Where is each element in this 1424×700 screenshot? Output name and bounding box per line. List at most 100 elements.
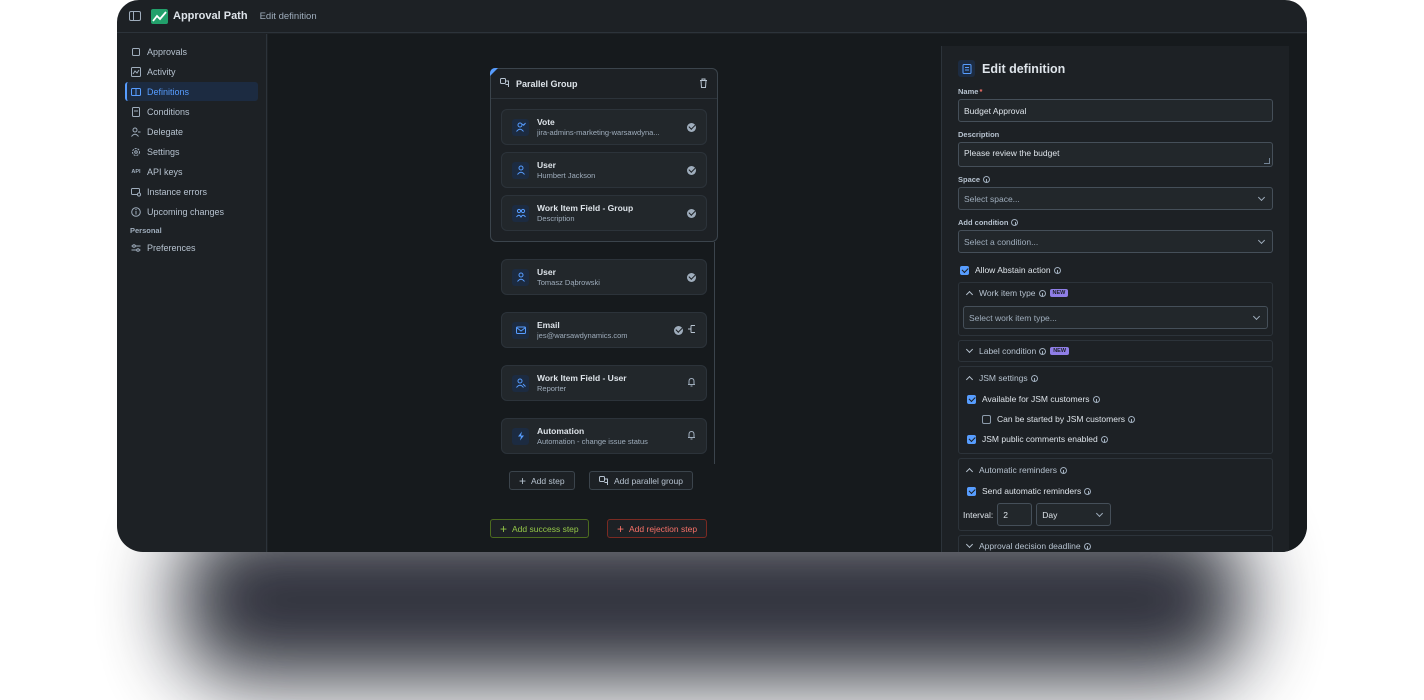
step-subtitle: Reporter: [537, 384, 567, 393]
interval-input[interactable]: 2: [997, 503, 1033, 526]
info-icon: [1053, 266, 1061, 274]
send-reminders-row[interactable]: Send automatic reminders: [967, 481, 1272, 501]
info-icon: [1083, 542, 1091, 550]
sidebar-item-label: Delegate: [147, 126, 184, 137]
info-icon: [131, 206, 141, 217]
sidebar-item-label: Upcoming changes: [147, 206, 225, 217]
approvals-icon: [131, 47, 141, 57]
check-circle-icon: [674, 325, 683, 335]
space-label: Space: [958, 175, 1273, 184]
errors-icon: [131, 187, 141, 197]
step-card-automation[interactable]: Automation Automation - change issue stat…: [501, 418, 707, 454]
allow-abstain-checkbox[interactable]: [960, 265, 969, 275]
allow-abstain-row[interactable]: Allow Abstain action: [960, 261, 1273, 279]
lightning-icon: [512, 427, 529, 445]
description-field[interactable]: Please review the budget: [958, 142, 1273, 167]
user-icon: [512, 161, 529, 179]
parallel-group-icon: [500, 77, 510, 90]
add-step-label: Add step: [531, 475, 565, 486]
plus-icon: +: [617, 521, 625, 536]
add-step-button[interactable]: + Add step: [509, 471, 575, 490]
sidebar-section-personal: Personal: [130, 226, 162, 235]
sidebar-item-label: Instance errors: [147, 186, 208, 197]
sidebar-item-conditions[interactable]: Conditions: [125, 102, 258, 121]
step-subtitle: Humbert Jackson: [537, 171, 596, 180]
sidebar-item-label: Settings: [147, 146, 180, 157]
sidebar-item-preferences[interactable]: Preferences: [125, 238, 258, 257]
sidebar-item-label: Conditions: [147, 106, 190, 117]
step-subtitle: jira-admins-marketing-warsawdyna...: [537, 128, 660, 137]
chevron-down-icon: [1257, 193, 1266, 201]
sidebar-toggle-icon[interactable]: [129, 11, 141, 21]
definitions-icon: [131, 87, 141, 97]
step-card-vote[interactable]: Vote jira-admins-marketing-warsawdyna...: [501, 109, 707, 145]
branch-icon[interactable]: [687, 321, 696, 339]
sidebar-item-delegate[interactable]: Delegate: [125, 122, 258, 141]
info-icon: [1039, 347, 1047, 355]
description-label: Description: [958, 130, 1000, 139]
step-title: Work Item Field - User: [537, 373, 627, 383]
step-title: Work Item Field - Group: [537, 203, 634, 213]
sidebar-item-api-keys[interactable]: API API keys: [125, 162, 258, 181]
step-card-email[interactable]: Email jes@warsawdynamics.com: [501, 312, 707, 348]
jsm-comments-checkbox[interactable]: [967, 434, 976, 444]
info-icon: [1030, 374, 1038, 382]
step-title: Email: [537, 320, 560, 330]
parallel-group[interactable]: Parallel Group Vote jira-admins-marketing…: [490, 68, 718, 242]
user-icon: [512, 268, 529, 286]
add-condition-label: Add condition: [958, 218, 1273, 227]
step-title: User: [537, 160, 556, 170]
bell-icon: [687, 374, 696, 392]
chevron-down-icon: [1257, 236, 1266, 244]
step-card-work-item-field-group[interactable]: Work Item Field - Group Description: [501, 195, 707, 231]
email-icon: [512, 321, 529, 339]
sidebar-item-upcoming-changes[interactable]: Upcoming changes: [125, 202, 258, 221]
sidebar-item-activity[interactable]: Activity: [125, 62, 258, 81]
work-item-type-section: Work item type NEW Select work item type…: [958, 282, 1273, 336]
app-window: Approval Path Edit definition Approvals …: [117, 0, 1307, 552]
check-circle-icon: [687, 122, 696, 132]
api-icon: API: [131, 168, 141, 175]
step-title: User: [537, 267, 556, 277]
automatic-reminders-header[interactable]: Automatic reminders: [959, 459, 1272, 481]
gear-icon: [131, 147, 141, 157]
app-title[interactable]: Approval Path: [173, 10, 248, 22]
jsm-available-checkbox[interactable]: [967, 394, 976, 404]
info-icon: [1128, 415, 1136, 423]
send-reminders-checkbox[interactable]: [967, 486, 976, 496]
add-rejection-step-button[interactable]: + Add rejection step: [607, 519, 708, 538]
step-subtitle: Description: [537, 214, 575, 223]
jsm-settings-header[interactable]: JSM settings: [959, 367, 1272, 389]
plus-icon: +: [519, 473, 527, 488]
step-subtitle: jes@warsawdynamics.com: [537, 331, 628, 340]
sidebar-item-approvals[interactable]: Approvals: [125, 42, 258, 61]
jsm-available-row[interactable]: Available for JSM customers: [967, 389, 1272, 409]
add-parallel-group-button[interactable]: Add parallel group: [589, 471, 693, 490]
sidebar-item-label: Activity: [147, 66, 176, 77]
sidebar-item-definitions[interactable]: Definitions: [125, 82, 258, 101]
step-title: Vote: [537, 117, 555, 127]
parallel-group-title: Parallel Group: [516, 78, 578, 89]
approval-decision-deadline-header[interactable]: Approval decision deadline: [959, 536, 1272, 552]
condition-select[interactable]: Select a condition...: [958, 230, 1273, 253]
name-field[interactable]: Budget Approval: [958, 99, 1273, 122]
label-condition-header[interactable]: Label condition NEW: [959, 341, 1272, 361]
add-success-step-button[interactable]: + Add success step: [490, 519, 589, 538]
jsm-started-checkbox[interactable]: [982, 414, 991, 424]
interval-unit-select[interactable]: Day: [1036, 503, 1112, 526]
sidebar-item-instance-errors[interactable]: Instance errors: [125, 182, 258, 201]
space-select[interactable]: Select space...: [958, 187, 1273, 210]
step-card-user[interactable]: User Humbert Jackson: [501, 152, 707, 188]
jsm-started-row[interactable]: Can be started by JSM customers: [982, 409, 1272, 429]
sidebar: Approvals Activity Definitions Condition…: [117, 34, 267, 552]
jsm-comments-row[interactable]: JSM public comments enabled: [967, 429, 1272, 449]
work-item-type-header[interactable]: Work item type NEW: [959, 283, 1272, 303]
step-card-user[interactable]: User Tomasz Dąbrowski: [501, 259, 707, 295]
work-item-type-select[interactable]: Select work item type...: [963, 306, 1268, 329]
step-card-work-item-field-user[interactable]: Work Item Field - User Reporter: [501, 365, 707, 401]
info-icon: [1084, 487, 1092, 495]
preferences-icon: [131, 243, 141, 253]
info-icon: [1059, 466, 1067, 474]
sidebar-item-settings[interactable]: Settings: [125, 142, 258, 161]
trash-icon[interactable]: [699, 78, 708, 90]
